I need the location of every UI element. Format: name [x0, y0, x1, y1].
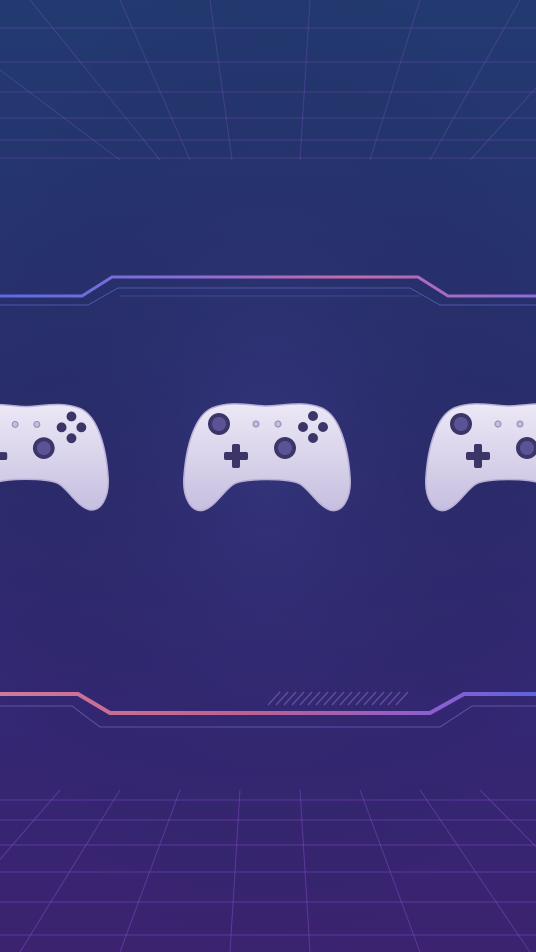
- wallpaper-artwork: [0, 0, 536, 952]
- wallpaper-scene: [0, 0, 536, 952]
